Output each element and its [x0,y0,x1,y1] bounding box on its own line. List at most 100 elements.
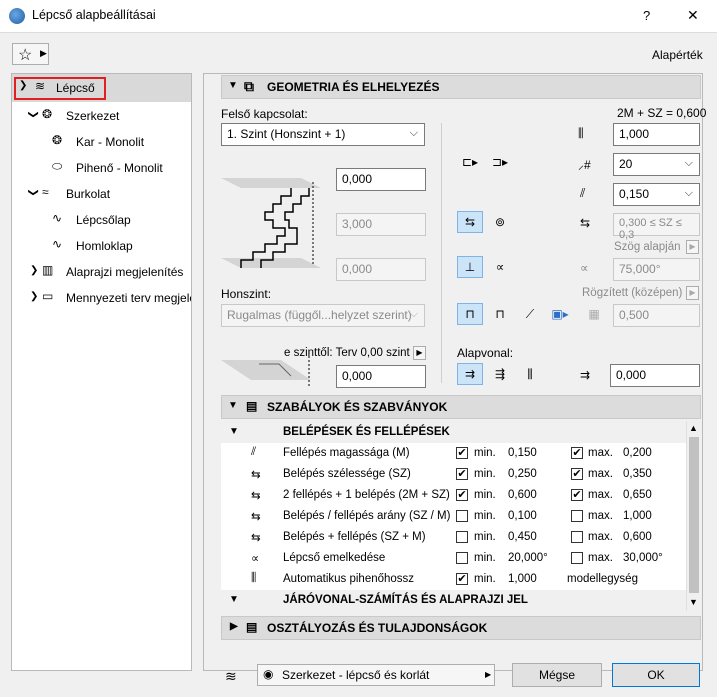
tree-item-flight-monolithic[interactable]: Kar - Monolit [76,135,144,149]
scroll-down-icon[interactable]: ▼ [689,597,698,607]
baseline-right-icon[interactable]: ⫼ [517,363,543,385]
min-label: min. [474,447,496,459]
max-checkbox[interactable] [571,552,583,564]
from-story-field[interactable]: 0,000 [336,365,426,388]
max-checkbox[interactable]: ✔ [571,447,583,459]
min-value[interactable]: 0,450 [508,531,537,543]
classification-section-header[interactable]: ▶ ▤ OSZTÁLYOZÁS ÉS TULAJDONSÁGOK [221,616,701,640]
riser-height-value: 0,150 [619,187,650,201]
min-checkbox[interactable]: ✔ [456,468,468,480]
tree-item-ceiling-plan[interactable]: Mennyezeti terv megjelenítés [66,291,191,305]
geometry-title: GEOMETRIA ÉS ELHELYEZÉS [267,80,440,94]
ceiling-plan-icon: ▭ [42,289,54,303]
expand-icon: ▶ [230,621,238,632]
max-value[interactable]: 0,200 [623,447,652,459]
chevron-down-icon[interactable]: ❯ [28,188,39,196]
max-checkbox[interactable]: ✔ [571,468,583,480]
baseline-offset-icon: ⇉ [580,368,591,382]
favorites-button[interactable]: ☆ ▶ [12,43,49,65]
tree-item-riser[interactable]: Homloklap [76,239,133,253]
baseline-offset-field[interactable]: 0,000 [610,364,700,387]
min-label: min. [474,489,496,501]
star-icon: ☆ [18,47,33,64]
flight-icon: ❂ [52,133,63,147]
tree-item-structure[interactable]: Szerkezet [66,109,119,123]
scroll-thumb[interactable] [689,437,699,593]
rule-icon: ⇆ [251,511,261,523]
bottom-offset-field: 0,000 [336,258,426,281]
rule-icon: ⫽ [251,446,257,458]
tree-item-tread[interactable]: Lépcsőlap [76,213,131,227]
flight-width-icon: ⫼ [578,126,584,140]
max-value[interactable]: 0,350 [623,468,652,480]
fixed-menu-button[interactable]: ▶ [686,286,699,300]
min-checkbox[interactable]: ✔ [456,489,468,501]
riser-height-select[interactable]: 0,150 ⌵ [613,183,700,206]
max-checkbox[interactable] [571,510,583,522]
shape-option-2-icon[interactable]: ⊐▸ [487,151,513,173]
min-value[interactable]: 0,100 [508,510,537,522]
help-button[interactable]: ? [643,8,650,23]
tree-item-finish[interactable]: Burkolat [66,187,110,201]
tree-item-landing-monolithic[interactable]: Pihenő - Monolit [76,161,163,175]
max-checkbox[interactable]: ✔ [571,489,583,501]
min-checkbox[interactable] [456,510,468,522]
width-mode-alt-icon[interactable]: ⊚ [487,211,513,233]
classification-icon: ▤ [246,620,258,634]
slope-icon: ∝ [580,261,589,275]
max-value[interactable]: 30,000° [623,552,663,564]
max-value[interactable]: 0,600 [623,531,652,543]
chevron-down-icon[interactable]: ❯ [28,110,39,118]
rules-scrollbar[interactable]: ▲ ▼ [686,421,700,611]
riser-count-select[interactable]: 20 ⌵ [613,153,700,176]
custom-option-icon[interactable]: ▣▸ [547,303,573,325]
chevron-down-icon[interactable]: ❯ [19,80,27,91]
rule-label: Fellépés magassága (M) [283,447,410,459]
from-story-menu-button[interactable]: ▶ [413,346,426,360]
baseline-left-icon[interactable]: ⇉ [457,363,483,385]
angle-mode-icon[interactable]: ∝ [487,256,513,278]
min-checkbox[interactable]: ✔ [456,447,468,459]
min-value[interactable]: 0,150 [508,447,537,459]
geometry-section-header[interactable]: ▼ ⧉ GEOMETRIA ÉS ELHELYEZÉS [221,75,701,99]
min-checkbox[interactable]: ✔ [456,573,468,585]
rules-section-header[interactable]: ▼ ▤ SZABÁLYOK ÉS SZABVÁNYOK [221,395,701,419]
min-checkbox[interactable] [456,552,468,564]
group2-header[interactable]: ▼ JÁRÓVONAL-SZÁMÍTÁS ÉS ALAPRAJZI JEL [221,590,686,611]
default-label: Alapérték [652,48,703,62]
tree-item-floor-plan[interactable]: Alaprajzi megjelenítés [66,265,183,279]
close-button[interactable]: ✕ [687,7,699,24]
baseline-center-icon[interactable]: ⇶ [487,363,513,385]
layer-select[interactable]: ◉ Szerkezet - lépcső és korlát ▶ [257,664,495,686]
chevron-right-icon[interactable]: ❯ [30,291,38,302]
title-bar: Lépcső alapbeállításai ? ✕ [0,0,717,32]
max-checkbox[interactable] [571,531,583,543]
scroll-up-icon[interactable]: ▲ [689,423,698,433]
top-offset-field[interactable]: 0,000 [336,168,426,191]
fixed-right-icon[interactable]: ⟋ [517,303,543,325]
width-mode-icon[interactable]: ⇆ [457,211,483,233]
fixed-left-icon[interactable]: ⊓ [457,303,483,325]
max-value[interactable]: 1,000 [623,510,652,522]
tree-item-stair[interactable]: Lépcső [56,81,95,95]
group1-header[interactable]: ▼ BELÉPÉSEK ÉS FELLÉPÉSEK [221,421,686,443]
baseline-label: Alapvonal: [457,346,514,360]
min-value[interactable]: 20,000° [508,552,548,564]
cancel-button[interactable]: Mégse [512,663,602,687]
chevron-right-icon[interactable]: ❯ [30,265,38,276]
flight-width-field[interactable]: 1,000 [613,123,700,146]
riser-mode-icon[interactable]: ⊥ [457,256,483,278]
layers-icon: ≋ [225,668,237,684]
max-value[interactable]: 0,650 [623,489,652,501]
min-value[interactable]: 1,000 [508,573,537,585]
min-value[interactable]: 0,600 [508,489,537,501]
top-connection-select[interactable]: 1. Szint (Honszint + 1) ⌵ [221,123,425,146]
fixed-center-icon[interactable]: ⊓ [487,303,513,325]
home-story-select: Rugalmas (függől...helyzet szerint) ⌵ [221,304,425,327]
angle-menu-button[interactable]: ▶ [686,240,699,254]
min-checkbox[interactable] [456,531,468,543]
shape-option-1-icon[interactable]: ⊏▸ [457,151,483,173]
min-value[interactable]: 0,250 [508,468,537,480]
eye-icon: ◉ [263,667,274,681]
ok-button[interactable]: OK [612,663,700,687]
